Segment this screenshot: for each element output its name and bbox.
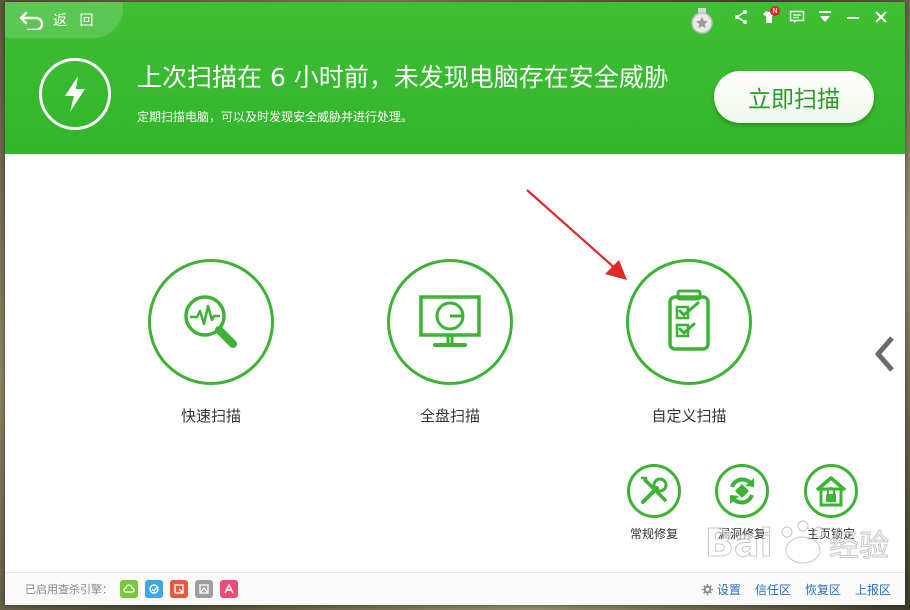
engines-label: 已启用查杀引擎：	[25, 583, 113, 596]
back-button[interactable]: 返 回	[5, 2, 123, 38]
quick-scan-option[interactable]: 快速扫描	[148, 259, 274, 426]
homepage-lock-label: 主页锁定	[806, 527, 855, 541]
app-window: 返 回 N 上次扫描在 6 小时前，未发现电脑存在安全威胁 定期扫描电脑，可以及…	[5, 2, 905, 605]
annotation-arrow	[526, 189, 627, 280]
cloud-engine-button[interactable]	[120, 580, 138, 598]
back-arrow-icon	[19, 11, 44, 30]
minimize-icon	[847, 17, 859, 19]
custom-scan-ring[interactable]	[626, 259, 752, 385]
full-scan-option[interactable]: 全盘扫描	[387, 259, 513, 426]
notification-badge: N	[770, 6, 780, 16]
status-bolt-badge	[39, 58, 111, 130]
back-label: 返 回	[53, 13, 98, 29]
message-icon	[789, 10, 805, 24]
share-button[interactable]	[727, 6, 755, 28]
cloud-icon	[123, 584, 135, 593]
scan-now-button[interactable]: 立即扫描	[714, 71, 874, 123]
checklist-icon	[668, 289, 710, 351]
expand-panel-chevron-icon[interactable]	[872, 334, 898, 374]
quick-scan-ring[interactable]	[148, 259, 274, 385]
a-engine-button[interactable]	[220, 580, 238, 598]
vulnerability-fix-tool[interactable]: 漏洞修复	[710, 464, 774, 542]
footer-links: 设置 信任区 恢复区 上报区	[687, 573, 891, 605]
engine-swirl-icon	[149, 584, 159, 594]
monitor-icon	[419, 295, 481, 347]
menu-icon	[819, 11, 831, 22]
footer-bar: 已启用查杀引擎： 设置 信任区 恢复区 上报区	[5, 572, 905, 605]
engine-image-icon	[199, 584, 209, 594]
homepage-lock-ring[interactable]	[804, 464, 858, 518]
custom-scan-label: 自定义扫描	[651, 407, 727, 425]
engine-q-icon	[174, 584, 184, 594]
custom-scan-option[interactable]: 自定义扫描	[626, 259, 752, 426]
refresh-patch-icon	[730, 477, 754, 505]
q-engine-button[interactable]	[170, 580, 188, 598]
full-scan-ring[interactable]	[387, 259, 513, 385]
general-repair-label: 常规修复	[629, 527, 678, 541]
report-zone-link[interactable]: 上报区	[855, 581, 891, 598]
image-engine-button[interactable]	[195, 580, 213, 598]
share-icon	[735, 10, 747, 24]
homepage-lock-tool[interactable]: 主页锁定	[799, 464, 863, 542]
general-repair-tool[interactable]: 常规修复	[622, 464, 686, 542]
trust-zone-link[interactable]: 信任区	[755, 581, 791, 598]
status-subline: 定期扫描电脑，可以及时发现安全威胁并进行处理。	[137, 110, 414, 124]
menu-button[interactable]	[811, 6, 839, 28]
full-scan-label: 全盘扫描	[419, 407, 480, 425]
restore-zone-link[interactable]: 恢复区	[805, 581, 841, 598]
minimize-button[interactable]	[839, 6, 867, 28]
skin-button[interactable]: N	[755, 6, 783, 28]
general-repair-ring[interactable]	[627, 464, 681, 518]
settings-label: 设置	[716, 583, 741, 597]
close-icon	[875, 11, 887, 23]
window-controls: N	[727, 6, 895, 28]
message-button[interactable]	[783, 6, 811, 28]
magnifier-pulse-icon	[184, 295, 237, 348]
status-headline: 上次扫描在 6 小时前，未发现电脑存在安全威胁	[137, 63, 669, 92]
wrench-screwdriver-icon	[641, 476, 668, 504]
vulnerability-fix-label: 漏洞修复	[717, 527, 766, 541]
settings-link[interactable]: 设置	[701, 581, 741, 598]
vulnerability-fix-ring[interactable]	[715, 464, 769, 518]
gear-icon	[701, 583, 714, 596]
home-lock-icon	[815, 476, 847, 507]
engine-a-icon	[224, 583, 234, 594]
lightning-icon	[65, 76, 85, 112]
medal-icon[interactable]	[690, 8, 714, 34]
quick-scan-label: 快速扫描	[180, 407, 241, 425]
header-banner: 返 回 N 上次扫描在 6 小时前，未发现电脑存在安全威胁 定期扫描电脑，可以及…	[5, 2, 905, 154]
close-button[interactable]	[867, 6, 895, 28]
swirl-engine-button[interactable]	[145, 580, 163, 598]
